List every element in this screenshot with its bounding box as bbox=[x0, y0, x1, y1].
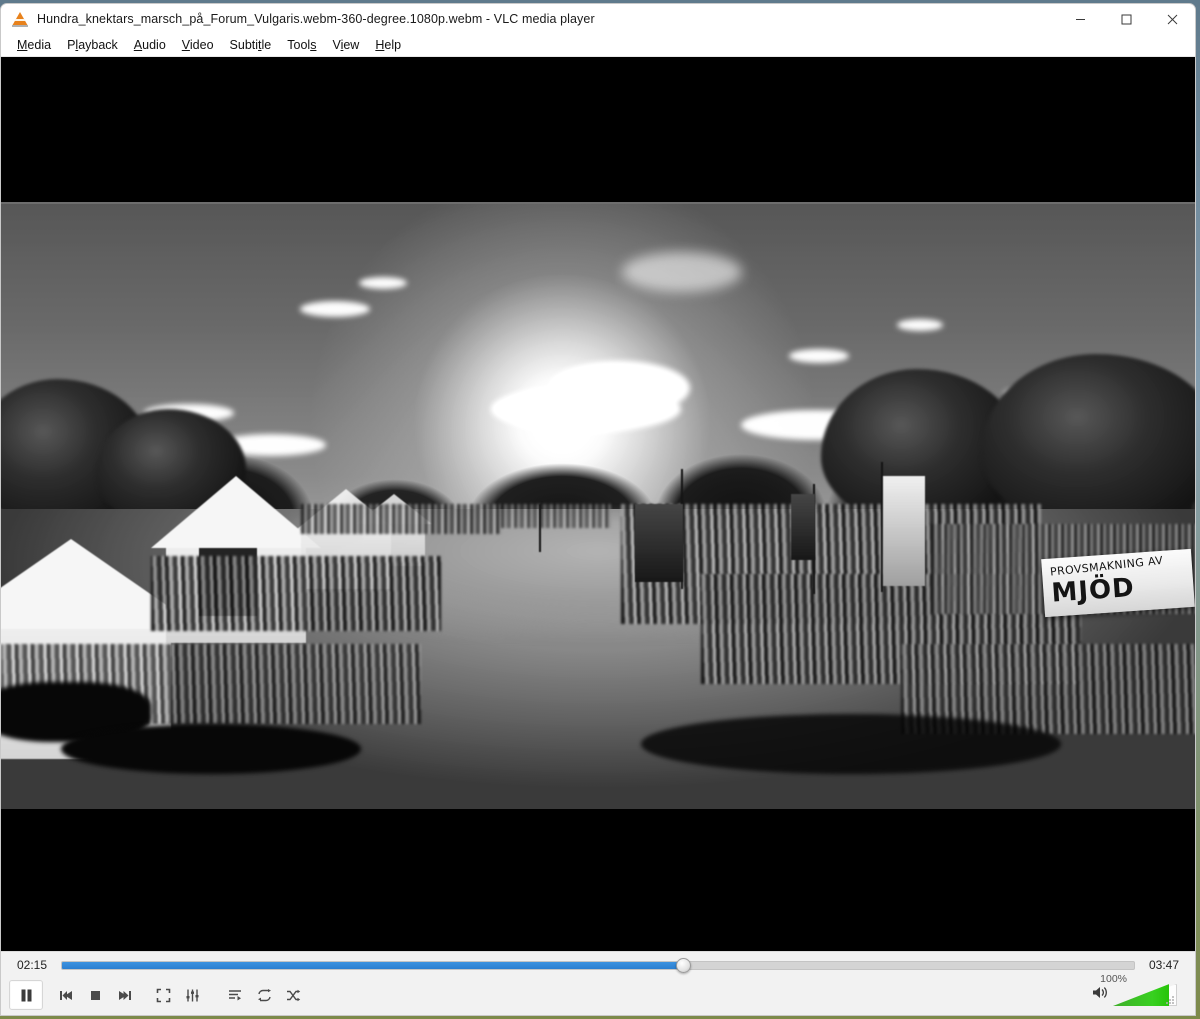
previous-icon[interactable] bbox=[53, 982, 79, 1008]
volume-fill bbox=[1113, 984, 1170, 1006]
flag bbox=[883, 476, 925, 586]
crowd bbox=[151, 556, 441, 631]
vlc-main-window: Hundra_knektars_marsch_på_Forum_Vulgaris… bbox=[0, 3, 1196, 1016]
desktop-background: Hundra_knektars_marsch_på_Forum_Vulgaris… bbox=[0, 0, 1200, 1019]
pause-icon[interactable] bbox=[9, 980, 43, 1010]
menu-help[interactable]: Help bbox=[367, 36, 409, 55]
seek-slider[interactable] bbox=[61, 957, 1135, 973]
menu-subtitle[interactable]: Subtitle bbox=[222, 36, 280, 55]
banner-line-2: MJÖD bbox=[1050, 572, 1136, 609]
control-bar: 02:15 03:47 100% bbox=[1, 951, 1195, 1015]
shuffle-icon[interactable] bbox=[280, 982, 306, 1008]
cloud bbox=[359, 276, 408, 289]
menu-video[interactable]: Video bbox=[174, 36, 222, 55]
loop-icon[interactable] bbox=[251, 982, 277, 1008]
speaker-icon[interactable] bbox=[1092, 985, 1109, 1005]
seek-progress-fill bbox=[62, 961, 684, 969]
crowd bbox=[301, 504, 501, 534]
fullscreen-icon[interactable] bbox=[150, 982, 176, 1008]
resize-grip-icon[interactable] bbox=[1166, 996, 1174, 1004]
vlc-cone-icon bbox=[12, 11, 28, 27]
stop-icon[interactable] bbox=[82, 982, 108, 1008]
menu-media[interactable]: Media bbox=[9, 36, 59, 55]
elapsed-time[interactable]: 02:15 bbox=[9, 958, 55, 972]
flag-pole bbox=[539, 504, 541, 552]
foreground-silhouette bbox=[61, 724, 361, 774]
cloud bbox=[550, 361, 691, 416]
seek-row: 02:15 03:47 bbox=[1, 952, 1195, 978]
menu-tools[interactable]: Tools bbox=[279, 36, 324, 55]
menu-playback[interactable]: Playback bbox=[59, 36, 126, 55]
mead-banner: PROVSMAKNING AV MJÖD bbox=[1041, 548, 1195, 618]
video-top-edge bbox=[1, 202, 1195, 204]
seek-handle[interactable] bbox=[676, 957, 692, 973]
equalizer-icon[interactable] bbox=[179, 982, 205, 1008]
foreground-silhouette bbox=[641, 714, 1061, 774]
cloud bbox=[896, 318, 943, 331]
video-surface[interactable]: PROVSMAKNING AV MJÖD bbox=[1, 204, 1195, 809]
cloud bbox=[299, 300, 370, 317]
volume-control[interactable]: 100% bbox=[1092, 973, 1177, 1006]
window-title: Hundra_knektars_marsch_på_Forum_Vulgaris… bbox=[37, 12, 595, 26]
title-bar[interactable]: Hundra_knektars_marsch_på_Forum_Vulgaris… bbox=[1, 4, 1195, 34]
button-row: 100% bbox=[1, 973, 1195, 1012]
crowd bbox=[501, 504, 611, 528]
menu-bar: Media Playback Audio Video Subtitle Tool… bbox=[1, 34, 1195, 57]
menu-audio[interactable]: Audio bbox=[126, 36, 174, 55]
total-time[interactable]: 03:47 bbox=[1141, 958, 1187, 972]
close-icon[interactable] bbox=[1149, 4, 1195, 34]
video-stage[interactable]: PROVSMAKNING AV MJÖD bbox=[1, 57, 1195, 951]
flag bbox=[635, 504, 683, 582]
next-icon[interactable] bbox=[111, 982, 137, 1008]
flag bbox=[791, 494, 815, 560]
playlist-icon[interactable] bbox=[222, 982, 248, 1008]
menu-view[interactable]: View bbox=[324, 36, 367, 55]
maximize-icon[interactable] bbox=[1103, 4, 1149, 34]
minimize-icon[interactable] bbox=[1057, 4, 1103, 34]
window-controls bbox=[1057, 4, 1195, 34]
